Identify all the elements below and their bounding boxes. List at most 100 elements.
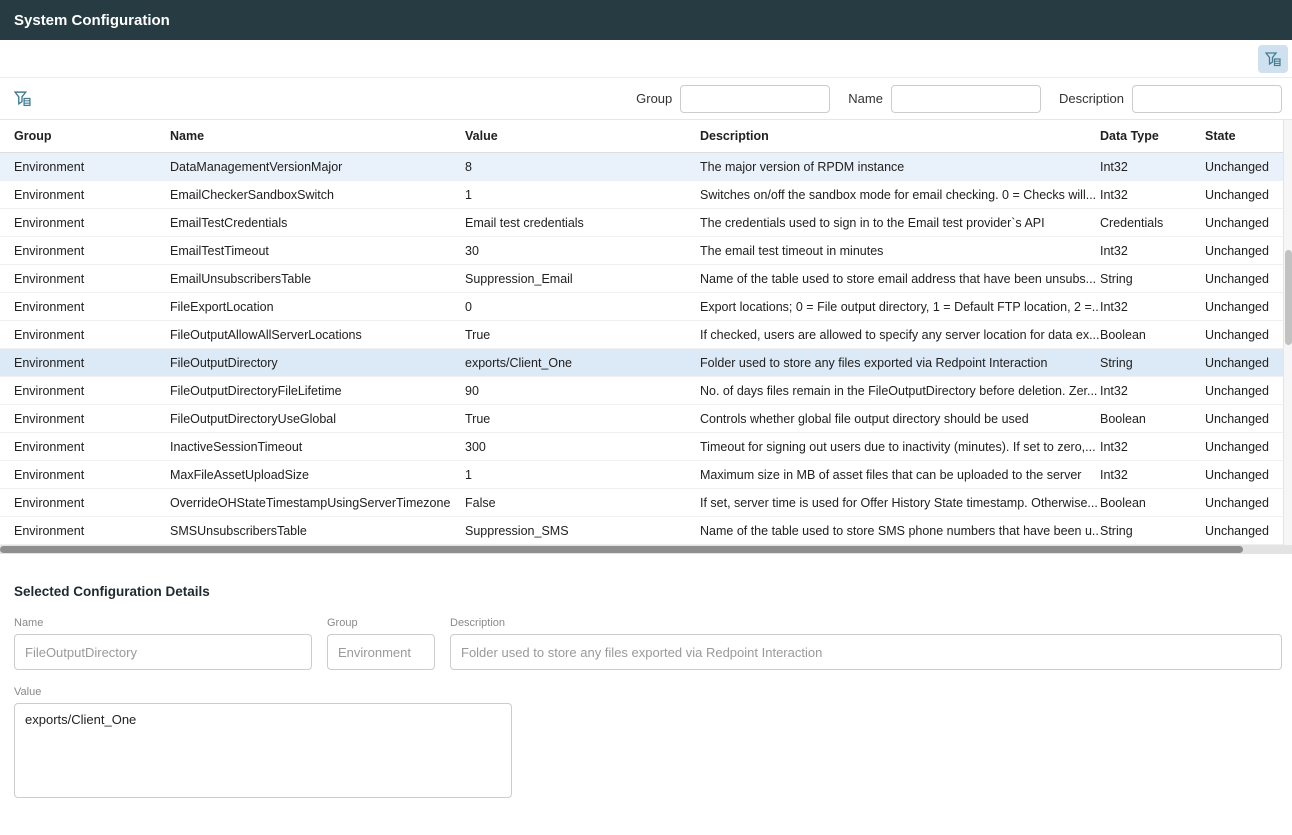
- cell-data_type: Boolean: [1100, 328, 1205, 342]
- filter-group-input[interactable]: [680, 85, 830, 113]
- cell-name: OverrideOHStateTimestampUsingServerTimez…: [170, 496, 465, 510]
- cell-state: Unchanged: [1205, 412, 1282, 426]
- table-row[interactable]: EnvironmentFileOutputDirectoryUseGlobalT…: [0, 405, 1292, 433]
- cell-value: exports/Client_One: [465, 356, 700, 370]
- detail-name-input[interactable]: [14, 634, 312, 670]
- detail-field-value: Value exports/Client_One: [14, 686, 512, 798]
- cell-value: Email test credentials: [465, 216, 700, 230]
- cell-group: Environment: [14, 440, 170, 454]
- cell-state: Unchanged: [1205, 300, 1282, 314]
- cell-data_type: Boolean: [1100, 496, 1205, 510]
- column-header[interactable]: Name: [170, 129, 465, 143]
- table-row[interactable]: EnvironmentEmailTestTimeout30The email t…: [0, 237, 1292, 265]
- filter-description-label: Description: [1059, 91, 1124, 106]
- cell-data_type: Int32: [1100, 244, 1205, 258]
- cell-group: Environment: [14, 496, 170, 510]
- config-table: GroupNameValueDescriptionData TypeState …: [0, 120, 1292, 554]
- cell-description: Maximum size in MB of asset files that c…: [700, 468, 1100, 482]
- cell-group: Environment: [14, 188, 170, 202]
- cell-description: Timeout for signing out users due to ina…: [700, 440, 1100, 454]
- cell-state: Unchanged: [1205, 328, 1282, 342]
- cell-state: Unchanged: [1205, 384, 1282, 398]
- details-title: Selected Configuration Details: [14, 584, 1282, 599]
- column-header[interactable]: Value: [465, 129, 700, 143]
- table-row[interactable]: EnvironmentFileExportLocation0Export loc…: [0, 293, 1292, 321]
- cell-state: Unchanged: [1205, 188, 1282, 202]
- cell-name: FileOutputDirectoryUseGlobal: [170, 412, 465, 426]
- cell-group: Environment: [14, 244, 170, 258]
- cell-data_type: Int32: [1100, 188, 1205, 202]
- cell-data_type: Int32: [1100, 468, 1205, 482]
- cell-data_type: Int32: [1100, 300, 1205, 314]
- cell-value: Suppression_SMS: [465, 524, 700, 538]
- cell-description: Export locations; 0 = File output direct…: [700, 300, 1100, 314]
- table-row[interactable]: EnvironmentOverrideOHStateTimestampUsing…: [0, 489, 1292, 517]
- cell-state: Unchanged: [1205, 524, 1282, 538]
- filter-name-input[interactable]: [891, 85, 1041, 113]
- column-header[interactable]: State: [1205, 129, 1282, 143]
- cell-description: Controls whether global file output dire…: [700, 412, 1100, 426]
- cell-name: EmailUnsubscribersTable: [170, 272, 465, 286]
- cell-data_type: Int32: [1100, 384, 1205, 398]
- cell-name: FileOutputDirectoryFileLifetime: [170, 384, 465, 398]
- table-row[interactable]: EnvironmentEmailCheckerSandboxSwitch1Swi…: [0, 181, 1292, 209]
- filter-group-name: Name: [848, 85, 1041, 113]
- table-row[interactable]: EnvironmentFileOutputDirectoryFileLifeti…: [0, 377, 1292, 405]
- table-row[interactable]: EnvironmentFileOutputAllowAllServerLocat…: [0, 321, 1292, 349]
- cell-name: DataManagementVersionMajor: [170, 160, 465, 174]
- table-row[interactable]: EnvironmentMaxFileAssetUploadSize1Maximu…: [0, 461, 1292, 489]
- filter-bar: Group Name Description: [0, 78, 1292, 120]
- detail-value-textarea[interactable]: exports/Client_One: [14, 703, 512, 798]
- cell-state: Unchanged: [1205, 216, 1282, 230]
- cell-value: 1: [465, 188, 700, 202]
- cell-name: FileOutputAllowAllServerLocations: [170, 328, 465, 342]
- table-header-row: GroupNameValueDescriptionData TypeState: [0, 120, 1292, 153]
- filter-group-description: Description: [1059, 85, 1282, 113]
- cell-name: SMSUnsubscribersTable: [170, 524, 465, 538]
- cell-description: Name of the table used to store email ad…: [700, 272, 1100, 286]
- filter-description-input[interactable]: [1132, 85, 1282, 113]
- detail-description-input[interactable]: [450, 634, 1282, 670]
- table-row[interactable]: EnvironmentFileOutputDirectoryexports/Cl…: [0, 349, 1292, 377]
- table-row[interactable]: EnvironmentSMSUnsubscribersTableSuppress…: [0, 517, 1292, 545]
- filter-group-label: Group: [636, 91, 672, 106]
- column-header[interactable]: Group: [14, 129, 170, 143]
- cell-value: False: [465, 496, 700, 510]
- cell-name: FileOutputDirectory: [170, 356, 465, 370]
- cell-state: Unchanged: [1205, 468, 1282, 482]
- detail-field-group: Group: [327, 617, 435, 670]
- column-header[interactable]: Data Type: [1100, 129, 1205, 143]
- cell-description: The email test timeout in minutes: [700, 244, 1100, 258]
- cell-value: 8: [465, 160, 700, 174]
- cell-description: The major version of RPDM instance: [700, 160, 1100, 174]
- cell-data_type: Credentials: [1100, 216, 1205, 230]
- table-row[interactable]: EnvironmentEmailTestCredentialsEmail tes…: [0, 209, 1292, 237]
- cell-name: EmailTestCredentials: [170, 216, 465, 230]
- cell-name: MaxFileAssetUploadSize: [170, 468, 465, 482]
- cell-state: Unchanged: [1205, 356, 1282, 370]
- table-row[interactable]: EnvironmentDataManagementVersionMajor8Th…: [0, 153, 1292, 181]
- cell-group: Environment: [14, 468, 170, 482]
- cell-group: Environment: [14, 328, 170, 342]
- detail-group-input[interactable]: [327, 634, 435, 670]
- cell-name: FileExportLocation: [170, 300, 465, 314]
- horizontal-scrollbar[interactable]: [0, 545, 1292, 554]
- vertical-scrollbar-thumb[interactable]: [1285, 250, 1292, 345]
- horizontal-scrollbar-thumb[interactable]: [0, 546, 1243, 553]
- column-header[interactable]: Description: [700, 129, 1100, 143]
- cell-state: Unchanged: [1205, 272, 1282, 286]
- table-row[interactable]: EnvironmentEmailUnsubscribersTableSuppre…: [0, 265, 1292, 293]
- cell-description: If checked, users are allowed to specify…: [700, 328, 1100, 342]
- table-row[interactable]: EnvironmentInactiveSessionTimeout300Time…: [0, 433, 1292, 461]
- filter-toggle-button[interactable]: [1258, 45, 1288, 73]
- cell-description: Name of the table used to store SMS phon…: [700, 524, 1100, 538]
- vertical-scrollbar[interactable]: [1283, 120, 1292, 545]
- cell-value: Suppression_Email: [465, 272, 700, 286]
- cell-group: Environment: [14, 524, 170, 538]
- cell-group: Environment: [14, 412, 170, 426]
- details-section: Selected Configuration Details Name Grou…: [0, 554, 1292, 834]
- cell-data_type: Boolean: [1100, 412, 1205, 426]
- cell-data_type: String: [1100, 356, 1205, 370]
- cell-data_type: String: [1100, 524, 1205, 538]
- cell-group: Environment: [14, 300, 170, 314]
